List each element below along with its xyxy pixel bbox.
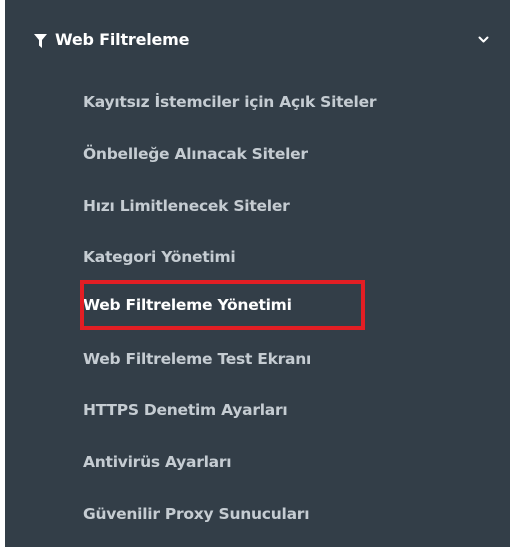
menu-item-trusted-proxy-servers[interactable]: Güvenilir Proxy Sunucuları	[83, 494, 310, 534]
web-filtering-section-header[interactable]: Web Filtreleme	[5, 14, 510, 68]
menu-item-antivirus-settings[interactable]: Antivirüs Ayarları	[83, 442, 232, 482]
menu-item-rate-limited-sites[interactable]: Hızı Limitlenecek Siteler	[83, 186, 290, 226]
highlight-box	[80, 280, 365, 330]
section-title: Web Filtreleme	[55, 30, 190, 49]
menu-item-sites-to-cache[interactable]: Önbelleğe Alınacak Siteler	[83, 134, 308, 174]
menu-item-web-filtering-test-screen[interactable]: Web Filtreleme Test Ekranı	[83, 339, 311, 379]
filter-icon	[34, 34, 47, 48]
menu-item-https-inspection-settings[interactable]: HTTPS Denetim Ayarları	[83, 390, 288, 430]
menu-item-unregistered-clients-open-sites[interactable]: Kayıtsız İstemciler için Açık Siteler	[83, 82, 377, 122]
menu-item-category-management[interactable]: Kategori Yönetimi	[83, 237, 236, 277]
chevron-down-icon[interactable]	[478, 36, 489, 44]
sidebar-panel: Web Filtreleme Kayıtsız İstemciler için …	[5, 0, 510, 547]
